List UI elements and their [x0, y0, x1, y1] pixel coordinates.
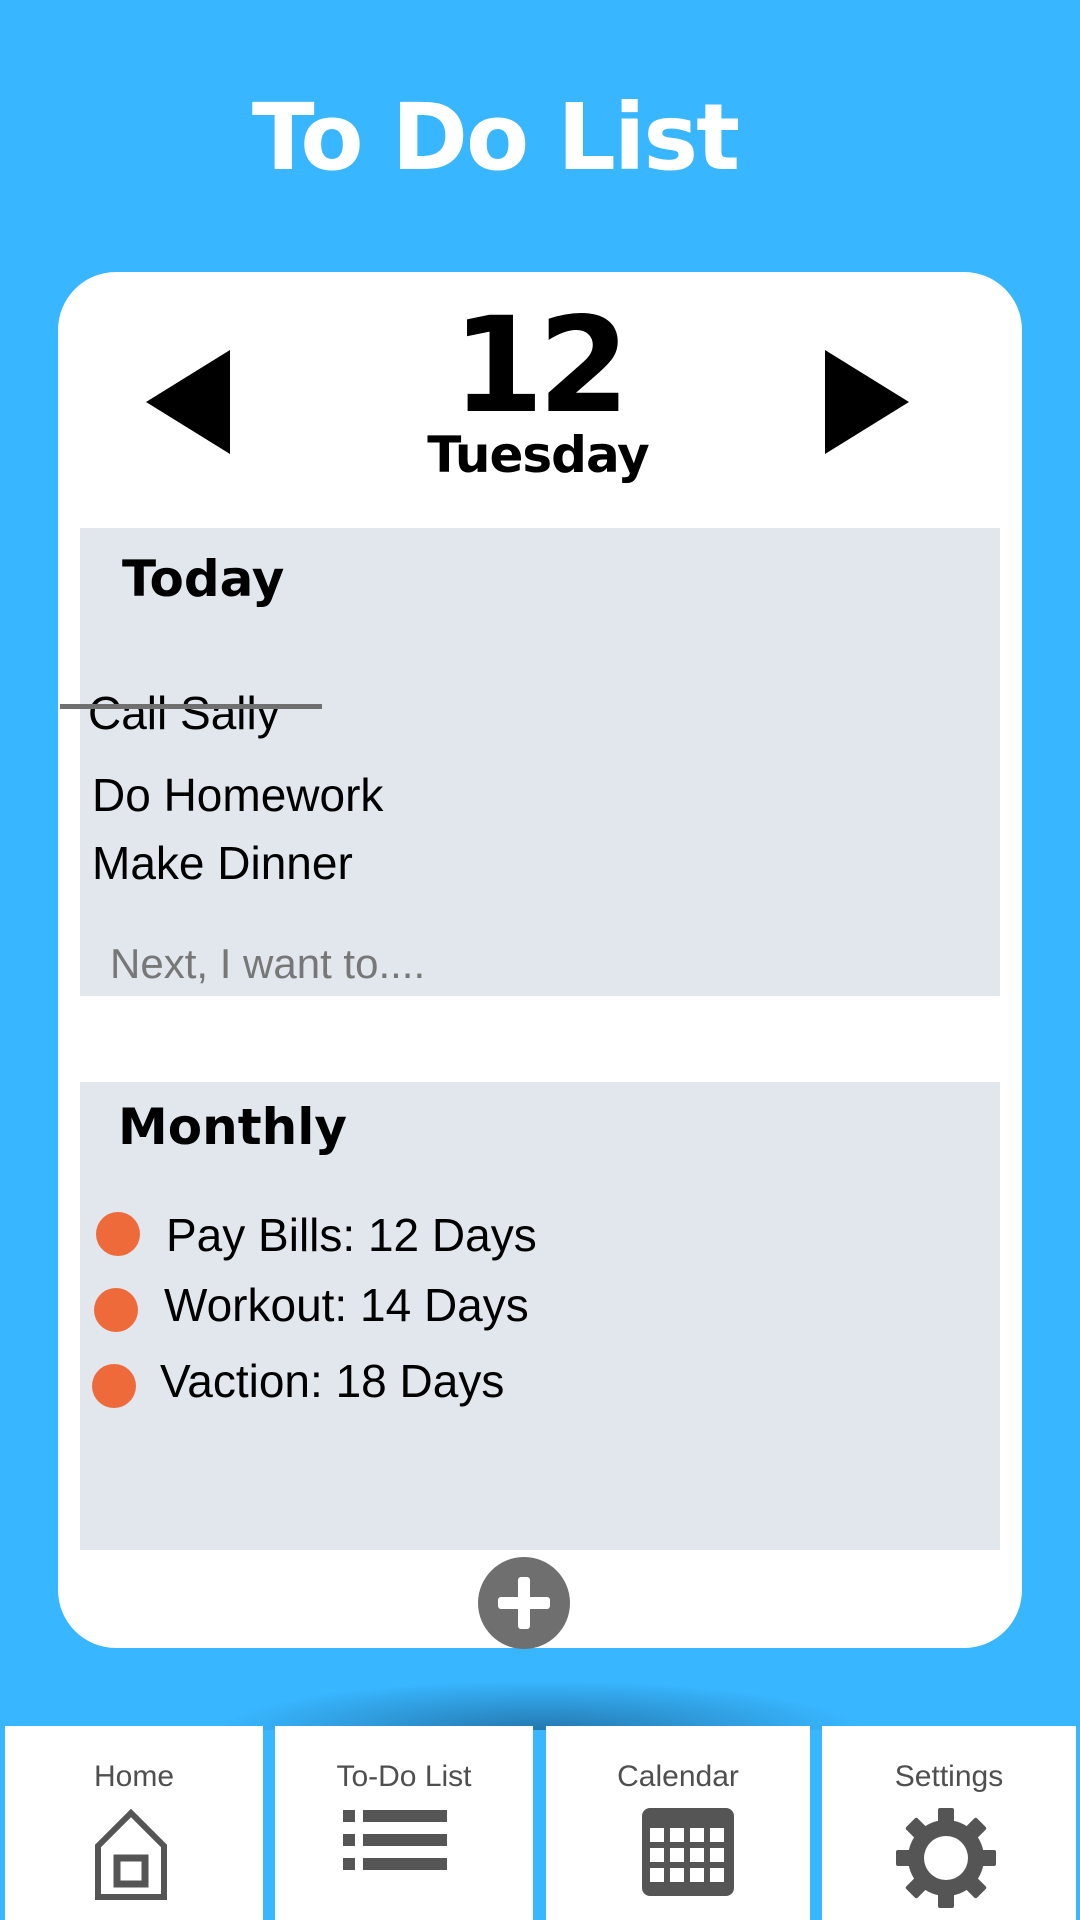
bullet-dot	[94, 1288, 138, 1332]
add-task-button[interactable]	[478, 1557, 570, 1649]
today-panel: Today Call Sally Do Homework Make Dinner	[60, 528, 1000, 996]
task-item-call-sally[interactable]: Call Sally	[88, 690, 280, 736]
task-item-make-dinner[interactable]: Make Dinner	[92, 840, 353, 886]
home-icon	[93, 1808, 169, 1902]
monthly-title: Monthly	[118, 1098, 347, 1156]
monthly-item-label: Pay Bills: 12 Days	[166, 1209, 537, 1261]
calendar-icon	[642, 1808, 734, 1896]
next-day-button[interactable]	[821, 348, 911, 458]
nav-home[interactable]: Home	[5, 1726, 263, 1920]
monthly-item-label: Vaction: 18 Days	[160, 1355, 505, 1407]
nav-calendar[interactable]: Calendar	[546, 1726, 810, 1920]
list-icon	[343, 1808, 449, 1872]
nav-label: Settings	[894, 1760, 1004, 1793]
nav-settings[interactable]: Settings	[822, 1726, 1076, 1920]
bullet-dot	[96, 1212, 140, 1256]
monthly-item-label: Workout: 14 Days	[164, 1279, 529, 1331]
arrow-right-icon	[825, 350, 909, 454]
today-title: Today	[122, 550, 285, 608]
nav-label: To-Do List	[336, 1760, 472, 1793]
nav-label: Home	[93, 1760, 175, 1793]
task-strikethrough	[60, 704, 322, 709]
app-title: To Do List	[251, 84, 740, 191]
nav-label: Calendar	[617, 1760, 739, 1793]
task-item-do-homework[interactable]: Do Homework	[92, 772, 383, 818]
nav-shadow	[220, 1680, 860, 1730]
monthly-panel: Monthly Pay Bills: 12 Days Workout: 14 D…	[80, 1082, 1000, 1550]
nav-todo-list[interactable]: To-Do List	[275, 1726, 533, 1920]
date-card: 12 Tuesday Today Call Sally Do Homework …	[58, 272, 1022, 1649]
bullet-dot	[92, 1364, 136, 1408]
new-task-input[interactable]	[100, 936, 980, 992]
gear-icon	[896, 1808, 996, 1908]
